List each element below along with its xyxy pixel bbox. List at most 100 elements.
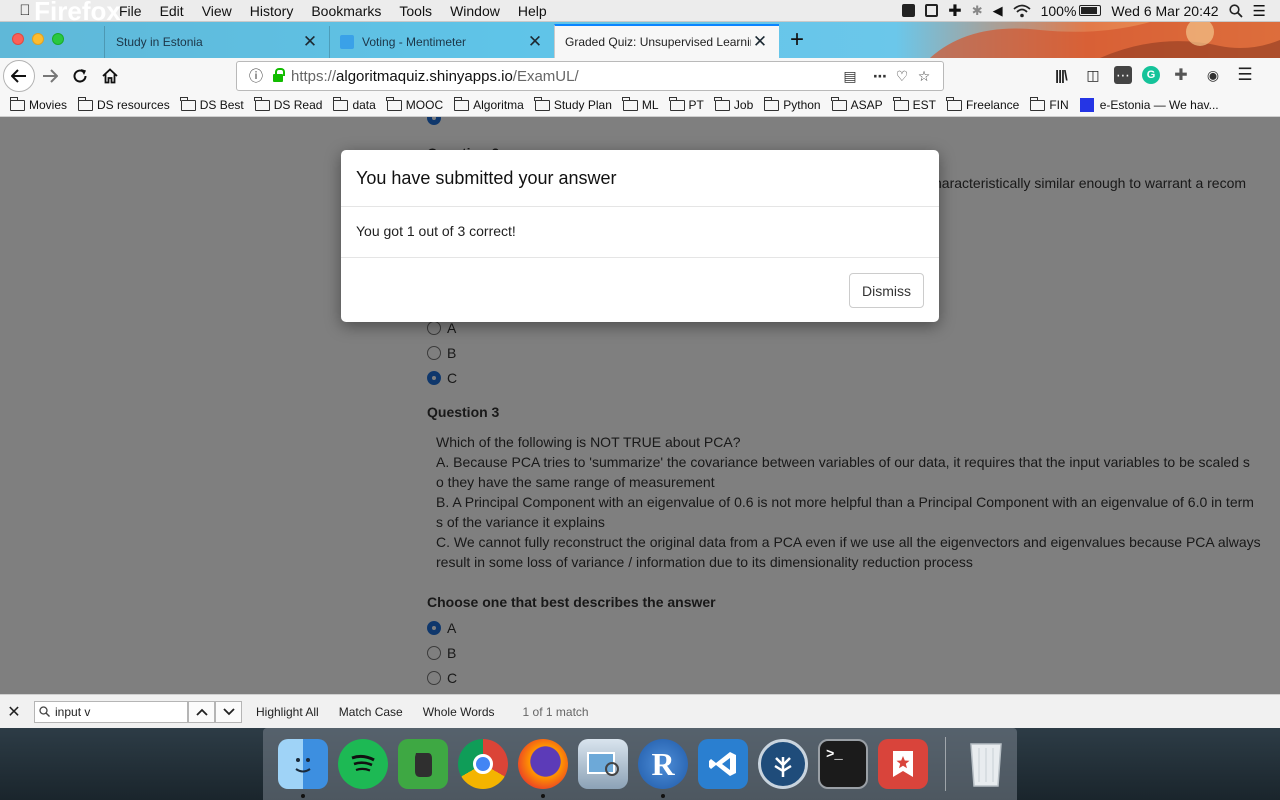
url-bar[interactable]: ⓘ https://algoritmaquiz.shinyapps.io/Exa… — [236, 61, 944, 91]
bookmark-data[interactable]: data — [332, 96, 376, 112]
bookmark-ds-best[interactable]: DS Best — [180, 96, 244, 112]
find-next-button[interactable] — [215, 700, 242, 723]
new-tab-button[interactable]: + — [783, 26, 811, 56]
bookmark-study-plan[interactable]: Study Plan — [534, 96, 612, 112]
bookmark-ds-resources[interactable]: DS resources — [77, 96, 170, 112]
site-info-icon[interactable]: ⓘ — [245, 66, 267, 86]
evernote-extension-icon[interactable]: ◉ — [1202, 64, 1224, 86]
chevron-down-icon — [222, 707, 235, 715]
folder-icon — [622, 96, 638, 111]
pocket-icon[interactable]: ♡ — [891, 68, 913, 85]
bookmark-label: DS resources — [97, 98, 170, 112]
spotify-icon[interactable] — [338, 739, 388, 789]
bookmark-label: DS Best — [199, 98, 244, 112]
bookmark-star-icon[interactable]: ☆ — [913, 68, 935, 85]
clock[interactable]: Wed 6 Mar 20:42 — [1111, 3, 1218, 19]
highlight-all-toggle[interactable]: Highlight All — [256, 705, 319, 719]
tab-title: Graded Quiz: Unsupervised Learning — [565, 35, 751, 49]
folder-icon — [9, 96, 25, 111]
forward-arrow-icon — [43, 69, 58, 83]
bookmark-label: Algoritma — [473, 98, 524, 112]
notification-center-icon[interactable]: ☰ — [1253, 2, 1266, 20]
tab-mentimeter[interactable]: Voting - Mentimeter ✕ — [329, 26, 554, 58]
r-language-icon[interactable]: R — [638, 739, 688, 798]
tab-close-icon[interactable]: ✕ — [526, 32, 544, 52]
running-indicator — [301, 794, 305, 798]
tab-close-icon[interactable]: ✕ — [751, 32, 769, 52]
minimize-window-button[interactable] — [32, 33, 44, 45]
extension-cross-icon[interactable]: ✚ — [1170, 64, 1192, 86]
spotlight-search-icon[interactable] — [1228, 3, 1243, 18]
reload-button[interactable] — [65, 61, 95, 91]
grammarly-icon[interactable]: G — [1142, 66, 1160, 84]
page-actions-icon[interactable]: ⋯ — [869, 68, 891, 85]
folder-icon — [1029, 96, 1046, 111]
bookmark-job[interactable]: Job — [714, 96, 753, 112]
reader-view-icon[interactable]: ▤ — [839, 68, 861, 85]
bookmark-label: MOOC — [405, 98, 444, 112]
bookmark-movies[interactable]: Movies — [9, 96, 67, 112]
back-button[interactable] — [3, 60, 35, 92]
bookmark-asap[interactable]: ASAP — [831, 96, 883, 112]
menu-edit[interactable]: Edit — [151, 0, 193, 22]
status-app-outline-icon[interactable] — [925, 4, 939, 17]
find-input[interactable]: input v — [34, 700, 188, 723]
zoom-window-button[interactable] — [52, 33, 64, 45]
firefox-icon[interactable] — [518, 739, 568, 798]
trash-icon[interactable] — [961, 739, 1011, 789]
home-button[interactable] — [95, 61, 125, 91]
folder-icon — [534, 96, 550, 111]
match-case-toggle[interactable]: Match Case — [339, 705, 403, 719]
bookmark-mooc[interactable]: MOOC — [386, 96, 444, 112]
menu-bookmarks[interactable]: Bookmarks — [302, 0, 390, 22]
evernote-icon[interactable] — [398, 739, 448, 789]
bookmark-label: EST — [912, 98, 936, 112]
running-indicator — [541, 794, 545, 798]
bookmark-freelance[interactable]: Freelance — [946, 96, 1019, 112]
menu-window[interactable]: Window — [441, 0, 509, 22]
menu-history[interactable]: History — [241, 0, 303, 22]
tab-close-icon[interactable]: ✕ — [301, 32, 319, 52]
bookmark-algoritma[interactable]: Algoritma — [453, 96, 524, 112]
find-close-icon[interactable]: ✕ — [0, 702, 28, 722]
menu-hamburger-icon[interactable]: ☰ — [1234, 64, 1256, 86]
url-path: /ExamUL/ — [512, 67, 579, 85]
bookmark-ml[interactable]: ML — [622, 96, 659, 112]
library-icon[interactable]: |||\ — [1050, 64, 1072, 86]
find-previous-button[interactable] — [188, 700, 215, 723]
dismiss-button[interactable]: Dismiss — [849, 273, 924, 308]
medical-cross-icon[interactable]: ✚ — [948, 1, 961, 21]
preview-icon[interactable] — [578, 739, 628, 789]
terminal-icon[interactable]: >_ — [818, 739, 868, 789]
battery-status[interactable]: 100% — [1041, 3, 1102, 19]
menu-view[interactable]: View — [193, 0, 241, 22]
wunderlist-icon[interactable] — [878, 739, 928, 789]
running-indicator — [661, 794, 665, 798]
bookmark-python[interactable]: Python — [763, 96, 821, 112]
bookmark-e-estonia[interactable]: e-Estonia — We hav... — [1079, 98, 1219, 112]
bookmark-fin[interactable]: FIN — [1029, 96, 1069, 112]
tab-graded-quiz[interactable]: Graded Quiz: Unsupervised Learning ✕ — [554, 24, 779, 58]
close-window-button[interactable] — [12, 33, 24, 45]
status-app-icon[interactable] — [902, 4, 916, 17]
finder-icon[interactable] — [278, 739, 328, 798]
menu-help[interactable]: Help — [509, 0, 556, 22]
bookmark-est[interactable]: EST — [893, 96, 936, 112]
volume-icon[interactable]: ◀ — [993, 3, 1003, 19]
bookmark-label: e-Estonia — We hav... — [1099, 98, 1219, 112]
bookmark-ds-read[interactable]: DS Read — [254, 96, 322, 112]
menu-tools[interactable]: Tools — [390, 0, 441, 22]
tab-study-in-estonia[interactable]: Study in Estonia ✕ — [104, 26, 329, 58]
sidebar-icon[interactable]: ◫ — [1082, 64, 1104, 86]
sourcetree-icon[interactable] — [758, 739, 808, 789]
chrome-icon[interactable] — [458, 739, 508, 789]
forward-button[interactable] — [35, 61, 65, 91]
secure-lock-icon[interactable] — [273, 68, 285, 82]
bookmark-pt[interactable]: PT — [669, 96, 704, 112]
whole-words-toggle[interactable]: Whole Words — [423, 705, 495, 719]
vscode-icon[interactable] — [698, 739, 748, 789]
wifi-icon[interactable] — [1013, 4, 1031, 18]
url-text[interactable]: https://algoritmaquiz.shinyapps.io/ExamU… — [291, 68, 839, 85]
bluetooth-icon[interactable]: ✱ — [972, 3, 983, 19]
extension-dots-icon[interactable]: ⋯ — [1114, 66, 1132, 84]
